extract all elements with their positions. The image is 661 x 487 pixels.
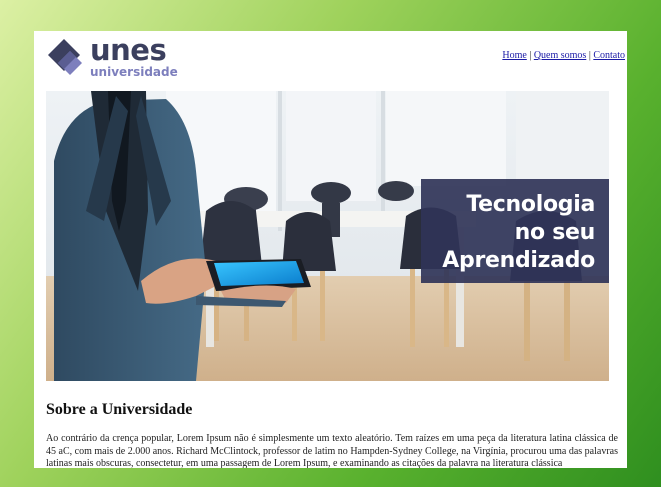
nav-link-contato[interactable]: Contato [593, 50, 625, 61]
nav-link-home[interactable]: Home [502, 50, 526, 61]
site-page: unes universidade Home | Quem somos | Co… [34, 31, 627, 468]
logo-name: unes [90, 33, 167, 67]
hero-caption-line-3: Aprendizado [442, 248, 595, 273]
about-body: Ao contrário da crença popular, Lorem Ip… [46, 433, 618, 468]
nav-separator: | [588, 50, 591, 61]
nav-link-quem-somos[interactable]: Quem somos [534, 50, 587, 61]
logo-subtitle: universidade [90, 65, 178, 79]
about-title: Sobre a Universidade [46, 401, 193, 418]
hero-banner: Tecnologia no seu Aprendizado [46, 91, 609, 381]
logo-diamond-icon [48, 39, 82, 75]
hero-caption-box: Tecnologia no seu Aprendizado [421, 179, 609, 283]
top-nav: Home | Quem somos | Contato [502, 50, 625, 61]
nav-separator: | [529, 50, 532, 61]
hero-caption-line-2: no seu [514, 220, 596, 245]
site-logo[interactable]: unes universidade [46, 33, 206, 81]
hero-caption-line-1: Tecnologia [466, 192, 595, 217]
